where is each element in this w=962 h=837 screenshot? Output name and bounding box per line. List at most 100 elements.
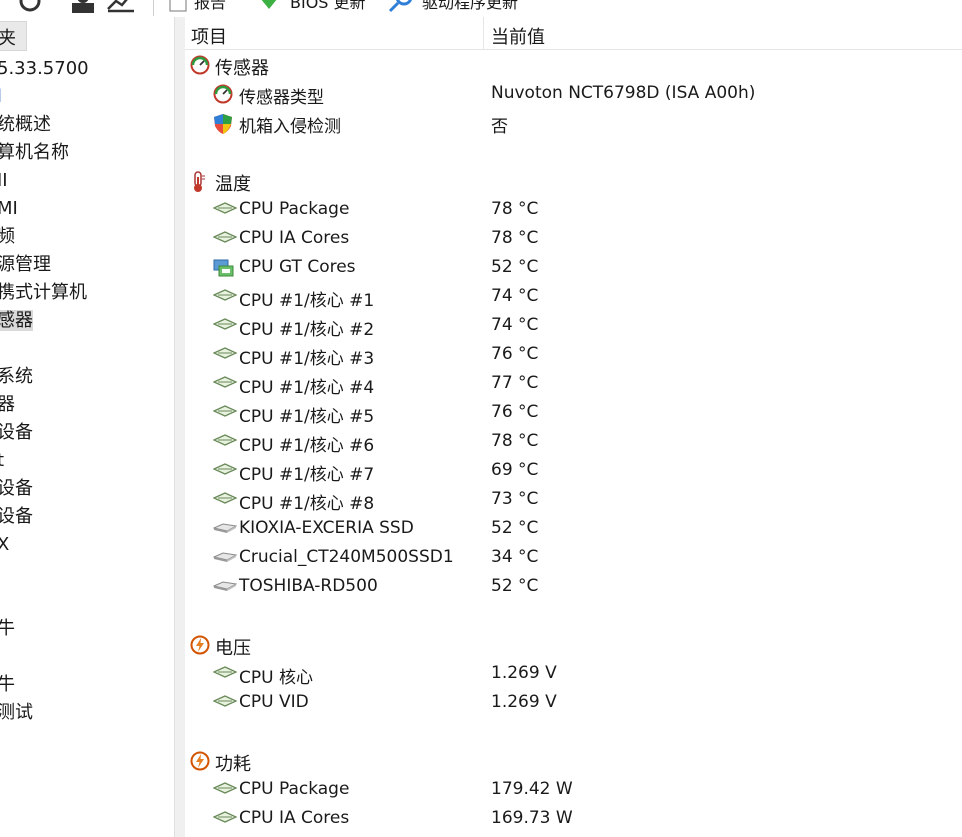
download-arrow-icon [261,0,277,9]
sensor-row[interactable]: CPU #1/核心 #8 73 °C [185,485,962,514]
tree-item[interactable]: t [0,448,4,474]
tree-item[interactable]: II [0,168,8,194]
tree-item-label: 统概述 [0,114,51,135]
sensor-group-row[interactable]: 温度 [185,166,962,195]
sensor-value: 74 °C [491,286,539,306]
tree-item[interactable]: 牛 [0,616,15,642]
tree-item[interactable]: 频 [0,224,15,250]
drive-icon [212,519,238,539]
sensor-row[interactable]: CPU IA Cores 78 °C [185,224,962,253]
report-button[interactable]: 报告 [168,0,226,12]
sensor-row[interactable]: CPU #1/核心 #5 76 °C [185,398,962,427]
tree-item-label: 测试 [0,702,33,723]
sensor-group-row[interactable]: 传感器 [185,50,962,79]
sensor-value: 否 [491,117,508,137]
sensor-row[interactable]: CPU IA Cores 169.73 W [185,804,962,833]
tree-item[interactable]: 携式计算机 [0,280,87,306]
sensor-label: CPU #1/核心 #1 [239,291,375,311]
sensor-row[interactable]: KIOXIA-EXCERIA SSD 52 °C [185,514,962,543]
sensor-label: CPU IA Cores [239,808,350,828]
tree-item[interactable]: 牛 [0,672,15,698]
tree-item[interactable]: 源管理 [0,252,51,278]
sensor-row[interactable]: 传感器类型 Nuvoton NCT6798D (ISA A00h) [185,79,962,108]
sensor-row[interactable]: CPU #1/核心 #6 78 °C [185,427,962,456]
tree-item[interactable]: 系统 [0,364,33,390]
sensor-row[interactable]: CPU #1/核心 #4 77 °C [185,369,962,398]
column-divider[interactable] [483,17,484,49]
tree-item-label: 器 [0,394,15,415]
magnifier-icon [388,0,412,13]
tree-item[interactable]: 统概述 [0,112,51,138]
sensor-row[interactable]: CPU #1/核心 #1 74 °C [185,282,962,311]
sensor-value: 52 °C [491,257,539,277]
sensor-row[interactable]: 机箱入侵检测 否 [185,108,962,137]
chip-icon [212,809,238,829]
sensor-row[interactable]: CPU VID 1.269 V [185,688,962,717]
tree-header[interactable]: 夹 [0,21,27,51]
toolbar: 报告 BIOS 更新 驱动程序更新 [0,0,962,18]
sensor-row[interactable]: CPU GT Cores 52 °C [185,253,962,282]
chip-icon [212,664,238,684]
sensor-row[interactable]: CPU Package 78 °C [185,195,962,224]
tree-item[interactable]: 算机名称 [0,140,69,166]
tree-item[interactable]: 测试 [0,700,33,726]
sensor-label: 机箱入侵检测 [239,117,341,137]
sensor-row[interactable]: CPU 核心 1.269 V [185,659,962,688]
bios-update-label: BIOS 更新 [290,0,366,12]
list-column-header: 项目 当前值 [185,17,962,50]
sensor-row[interactable]: CPU Package 179.42 W [185,775,962,804]
sensor-value: 34 °C [491,547,539,567]
tree-item[interactable]: 器 [0,392,15,418]
tree-item[interactable]: 设备 [0,476,33,502]
sensor-group-row[interactable]: 电压 [185,630,962,659]
column-header-value[interactable]: 当前值 [491,23,545,49]
user-icon[interactable] [70,0,96,13]
sensor-label: 传感器 [215,58,269,79]
chip-icon [212,490,238,510]
sensor-row[interactable]: Crucial_CT240M500SSD1 34 °C [185,543,962,572]
tree-header-label: 夹 [0,28,16,49]
sensor-label: TOSHIBA-RD500 [239,576,378,596]
tree-item-label: 源管理 [0,254,51,275]
refresh-icon[interactable] [18,0,42,12]
tree-item[interactable]: 5.33.5700 [0,56,89,82]
chart-icon[interactable] [106,0,136,13]
report-icon [169,0,187,12]
tree-item[interactable]: 感器 [0,308,33,334]
sensor-group-row[interactable]: 功耗 [185,746,962,775]
driver-update-label: 驱动程序更新 [422,0,519,12]
sensor-row[interactable]: CPU #1/核心 #3 76 °C [185,340,962,369]
chip-icon [212,229,238,249]
bios-update-button[interactable]: BIOS 更新 [254,0,366,12]
sensor-value: 76 °C [491,402,539,422]
sensor-value: 169.73 W [491,808,573,828]
sensor-value: 76 °C [491,344,539,364]
tree-item[interactable]: 设备 [0,504,33,530]
sensor-value: 69 °C [491,460,539,480]
sensor-value: 74 °C [491,315,539,335]
sensor-list-view: 项目 当前值 传感器 传感器类型 Nuvoton NCT6798D (ISA A00… [185,17,962,837]
toolbar-separator [153,0,154,16]
chip-icon [212,780,238,800]
sensor-label: CPU Package [239,779,350,799]
tree-item[interactable]: X [0,532,9,558]
sensor-value: 52 °C [491,518,539,538]
sensor-row[interactable]: CPU #1/核心 #2 74 °C [185,311,962,340]
sensor-value: 1.269 V [491,692,557,712]
tree-item-label: II [0,170,8,191]
sensor-value: 78 °C [491,199,539,219]
tree-item[interactable]: 设备 [0,420,33,446]
chip-icon [212,200,238,220]
chip-icon [212,316,238,336]
sensor-value: 78 °C [491,228,539,248]
sensor-row[interactable]: TOSHIBA-RD500 52 °C [185,572,962,601]
sensor-value: 78 °C [491,431,539,451]
column-header-item[interactable]: 项目 [191,23,227,49]
driver-update-button[interactable]: 驱动程序更新 [386,0,519,13]
sensor-label: CPU VID [239,692,309,712]
tree-item[interactable]: l [0,84,2,110]
tree-item-label: 牛 [0,618,15,639]
sensor-row[interactable]: CPU #1/核心 #7 69 °C [185,456,962,485]
report-label: 报告 [194,0,227,12]
tree-item[interactable]: MI [0,196,18,222]
